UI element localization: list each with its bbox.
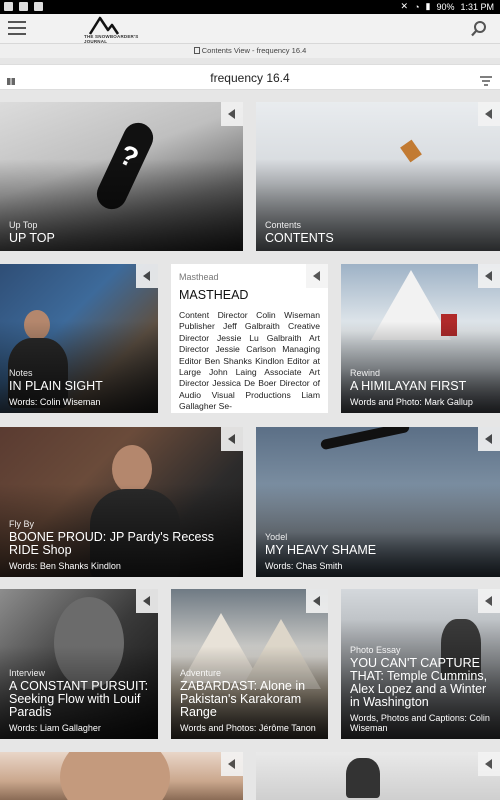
status-bar: ✕ ◔ ▮ 90% 1:31 PM	[0, 0, 500, 14]
article-tile-constant-pursuit[interactable]: Interview A CONSTANT PURSUIT: Seeking Fl…	[0, 589, 158, 739]
tile-category: Interview	[9, 668, 46, 678]
journal-logo[interactable]: THE SNOWBOARDER'S JOURNAL	[84, 16, 150, 44]
tile-title: ZABARDAST: Alone in Pakistan's Karakoram…	[180, 679, 306, 719]
mute-icon: ✕	[400, 1, 409, 11]
bookmark-flag[interactable]	[221, 752, 243, 776]
tile-byline: Words: Chas Smith	[265, 561, 343, 571]
bookmark-flag[interactable]	[478, 427, 500, 451]
document-icon	[193, 47, 200, 54]
article-tile-partial-left[interactable]	[0, 752, 243, 800]
battery-level: 90%	[436, 1, 455, 12]
issue-title: frequency 16.4	[210, 71, 290, 85]
tile-title: UP TOP	[9, 231, 55, 245]
bookmark-flag[interactable]	[221, 427, 243, 451]
bookmark-flag[interactable]	[306, 589, 328, 613]
tile-title: YOU CAN'T CAPTURE THAT: Temple Cummins, …	[350, 656, 488, 709]
filter-icon[interactable]	[480, 73, 492, 86]
breadcrumb-text: Contents View - frequency 16.4	[201, 46, 307, 55]
tile-title: CONTENTS	[265, 231, 334, 245]
search-icon[interactable]	[470, 20, 488, 38]
tile-title: A CONSTANT PURSUIT: Seeking Flow with Lo…	[9, 679, 149, 719]
bookmark-flag[interactable]	[478, 589, 500, 613]
article-tile-boone-proud[interactable]: Fly By BOONE PROUD: JP Pardy's Recess RI…	[0, 427, 243, 577]
app-header: THE SNOWBOARDER'S JOURNAL	[0, 14, 500, 44]
tile-title: MY HEAVY SHAME	[265, 543, 377, 557]
bookmark-flag[interactable]	[221, 102, 243, 126]
image-icon	[19, 2, 28, 11]
tile-byline: Words and Photo: Mark Gallup	[350, 397, 473, 407]
tile-title: MASTHEAD	[179, 288, 249, 302]
bookmark-flag[interactable]	[478, 752, 500, 776]
tile-category: Photo Essay	[350, 645, 401, 655]
bookmark-flag[interactable]	[478, 264, 500, 288]
tile-byline: Words: Ben Shanks Kindlon	[9, 561, 121, 571]
bookmark-flag[interactable]	[306, 264, 328, 288]
tile-category: Masthead	[179, 272, 219, 282]
tile-title: A HIMILAYAN FIRST	[350, 379, 467, 393]
tile-category: Contents	[265, 220, 302, 230]
signal-icon: ▮	[425, 1, 431, 11]
tile-byline: Words: Colin Wiseman	[9, 397, 101, 407]
article-tile-partial-right[interactable]	[256, 752, 500, 800]
article-tile-in-plain-sight[interactable]: Notes IN PLAIN SIGHT Words: Colin Wisema…	[0, 264, 158, 413]
article-tile-himalayan-first[interactable]: Rewind A HIMILAYAN FIRST Words and Photo…	[341, 264, 500, 413]
tile-category: Notes	[9, 368, 33, 378]
wifi-icon: ◔	[414, 1, 420, 12]
issue-bar: frequency 16.4	[0, 64, 500, 90]
tile-byline: Words and Photos: Jérôme Tanon	[180, 723, 316, 733]
tile-category: Rewind	[350, 368, 381, 378]
clock: 1:31 PM	[460, 1, 494, 12]
article-tile-contents[interactable]: Contents CONTENTS	[256, 102, 500, 251]
notification-icon	[4, 2, 13, 11]
article-tile-up-top[interactable]: Up Top UP TOP	[0, 102, 243, 251]
tile-excerpt: Content Director Colin Wiseman Publisher…	[179, 310, 320, 412]
snowboard-image	[319, 427, 411, 451]
tile-title: BOONE PROUD: JP Pardy's Recess RIDE Shop	[9, 530, 214, 557]
portrait-image	[60, 752, 170, 800]
article-tile-zabardast[interactable]: Adventure ZABARDAST: Alone in Pakistan's…	[171, 589, 328, 739]
tile-category: Adventure	[180, 668, 222, 678]
article-tile-masthead[interactable]: Masthead MASTHEAD Content Director Colin…	[171, 264, 328, 413]
breadcrumb: Contents View - frequency 16.4	[0, 44, 500, 58]
bookmark-flag[interactable]	[136, 264, 158, 288]
hamburger-menu-icon[interactable]	[8, 21, 26, 37]
tile-category: Yodel	[265, 532, 288, 542]
tile-byline: Words: Liam Gallagher	[9, 723, 101, 733]
bookmark-flag[interactable]	[136, 589, 158, 613]
article-tile-my-heavy-shame[interactable]: Yodel MY HEAVY SHAME Words: Chas Smith	[256, 427, 500, 577]
bookmark-flag[interactable]	[478, 102, 500, 126]
logo-text: THE SNOWBOARDER'S JOURNAL	[84, 34, 139, 44]
tile-byline: Words, Photos and Captions: Colin Wisema…	[350, 713, 490, 733]
skier-image	[346, 758, 380, 798]
tile-category: Up Top	[9, 220, 38, 230]
download-icon	[34, 2, 43, 11]
tile-title: IN PLAIN SIGHT	[9, 379, 103, 393]
article-tile-you-cant-capture-that[interactable]: Photo Essay YOU CAN'T CAPTURE THAT: Temp…	[341, 589, 500, 739]
tile-category: Fly By	[9, 519, 35, 529]
